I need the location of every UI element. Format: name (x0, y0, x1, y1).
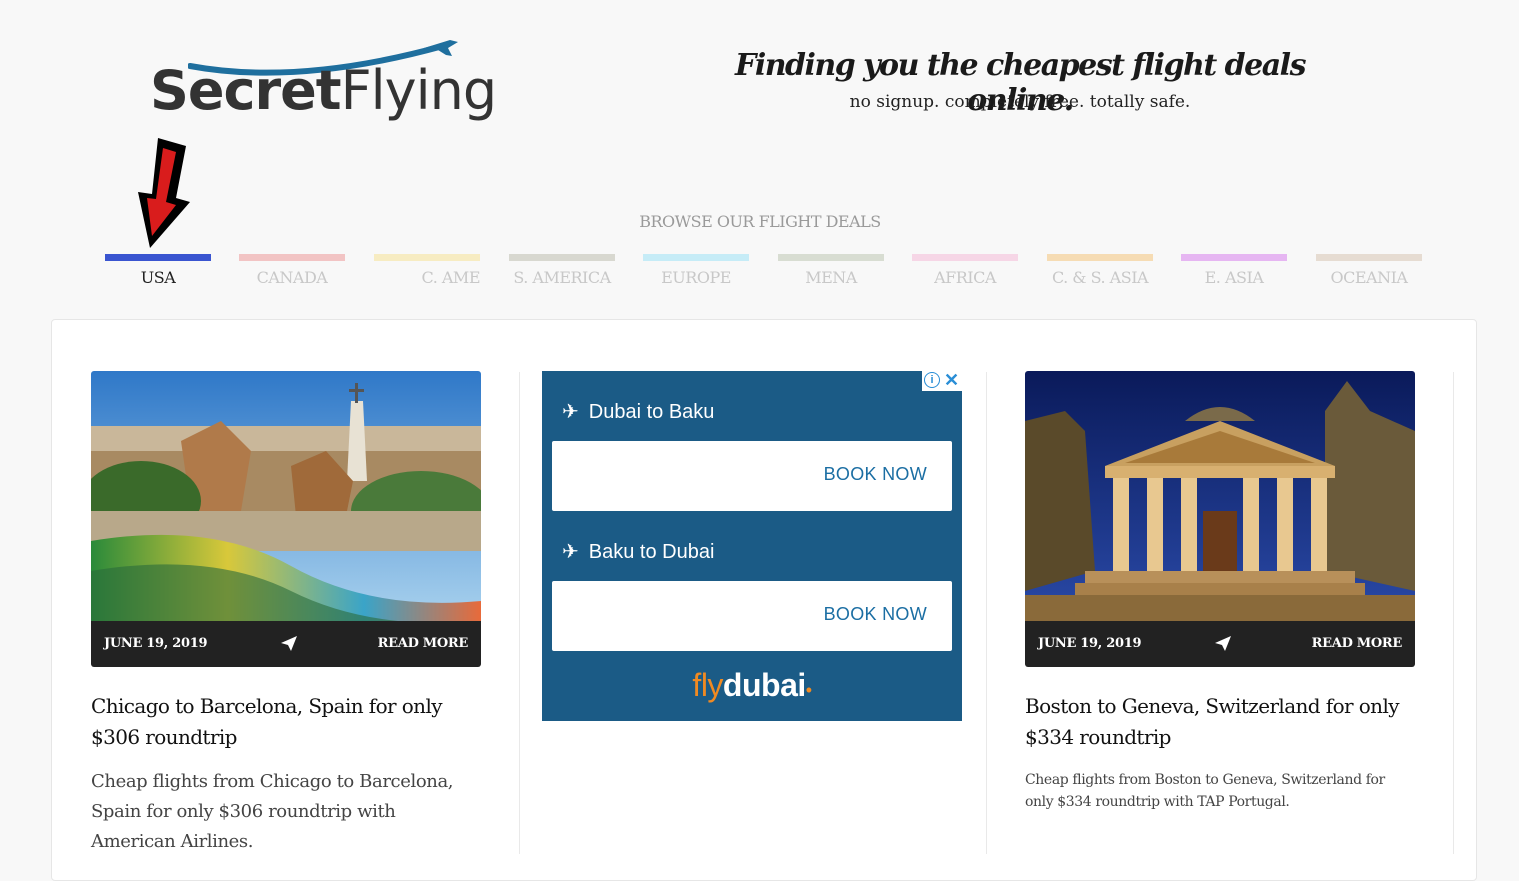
ad-route-row[interactable]: ✈ Dubai to Baku (562, 399, 714, 424)
region-tab-bar (239, 254, 345, 261)
region-tab-bar (778, 254, 884, 261)
column-divider (1453, 372, 1454, 854)
site-subtagline: no signup. completely free. totally safe… (849, 92, 1191, 112)
region-tab-canada[interactable]: CANADA (239, 254, 345, 290)
deal-image-geneva[interactable] (1025, 371, 1415, 621)
region-tab-central-south-asia[interactable]: C. & S. ASIA (1047, 254, 1153, 290)
region-tab-bar (105, 254, 211, 261)
park-guell-illustration (91, 371, 481, 621)
deal-date: JUNE 19, 2019 (104, 636, 208, 651)
region-tab-bar (1181, 254, 1287, 261)
region-tab-bar (374, 254, 480, 261)
deal-title[interactable]: Boston to Geneva, Switzerland for only $… (1025, 691, 1415, 753)
region-tab-label: AFRICA (934, 268, 996, 287)
share-icon[interactable] (279, 633, 299, 653)
region-tab-bar (912, 254, 1018, 261)
deal-meta-bar: JUNE 19, 2019 READ MORE (91, 621, 481, 667)
region-tab-label: MENA (805, 268, 857, 287)
deal-card: JUNE 19, 2019 READ MORE Chicago to Barce… (91, 371, 481, 857)
region-tab-bar (1316, 254, 1422, 261)
ad-close-icon[interactable]: ✕ (944, 371, 959, 389)
read-more-link[interactable]: READ MORE (378, 636, 469, 651)
deal-date: JUNE 19, 2019 (1038, 636, 1142, 651)
deal-title[interactable]: Chicago to Barcelona, Spain for only $30… (91, 691, 481, 753)
region-tab-label: S. AMERICA (513, 268, 611, 287)
book-now-button[interactable]: BOOK NOW (824, 604, 927, 625)
column-divider (519, 372, 520, 854)
logo-text-secret: Secret (150, 59, 342, 122)
share-icon[interactable] (1213, 633, 1233, 653)
region-tab-mena[interactable]: MENA (778, 254, 884, 290)
region-tab-south-america[interactable]: S. AMERICA (509, 254, 615, 290)
ad-info-icon[interactable]: i (924, 372, 940, 388)
deal-meta-bar: JUNE 19, 2019 READ MORE (1025, 621, 1415, 667)
site-logo[interactable]: SecretFlying (150, 38, 540, 138)
region-tab-africa[interactable]: AFRICA (912, 254, 1018, 290)
geneva-cathedral-illustration (1025, 371, 1415, 621)
region-tab-label: E. ASIA (1204, 268, 1264, 287)
ad-choices-badge[interactable]: i ✕ (922, 371, 962, 391)
ad-route-row[interactable]: ✈ Baku to Dubai (562, 539, 714, 564)
region-tab-label: CANADA (256, 268, 328, 287)
ad-offer-box[interactable]: BOOK NOW (552, 581, 952, 651)
region-tab-central-america[interactable]: C. AME (374, 254, 480, 290)
flydubai-logo[interactable]: flydubai• (542, 667, 962, 704)
column-divider (986, 372, 987, 854)
region-tab-label: USA (140, 268, 176, 287)
brand-dot-icon: • (805, 680, 812, 700)
region-tab-east-asia[interactable]: E. ASIA (1181, 254, 1287, 290)
deal-image-barcelona[interactable] (91, 371, 481, 621)
book-now-button[interactable]: BOOK NOW (824, 464, 927, 485)
region-tab-bar (643, 254, 749, 261)
brand-dubai: dubai (722, 667, 806, 703)
deal-description: Cheap flights from Boston to Geneva, Swi… (1025, 772, 1385, 810)
airplane-icon: ✈ (562, 401, 579, 423)
region-tab-label: EUROPE (661, 268, 731, 287)
deal-card: JUNE 19, 2019 READ MORE Boston to Geneva… (1025, 371, 1415, 813)
region-tab-oceania[interactable]: OCEANIA (1316, 254, 1422, 290)
region-tab-europe[interactable]: EUROPE (643, 254, 749, 290)
deal-description: Cheap flights from Chicago to Barcelona,… (91, 771, 454, 852)
flydubai-ad[interactable]: i ✕ ✈ Dubai to Baku BOOK NOW ✈ Baku to Dub… (542, 371, 962, 721)
region-tab-label: OCEANIA (1330, 268, 1408, 287)
region-tab-label: C. AME (421, 268, 480, 287)
brand-fly: fly (692, 667, 723, 703)
region-tab-label: C. & S. ASIA (1051, 268, 1149, 287)
logo-wordmark: SecretFlying (150, 64, 497, 118)
logo-text-flying: Flying (340, 59, 498, 122)
region-nav: USA CANADA C. AME S. AMERICA EUROPE MENA… (105, 254, 1425, 294)
ad-route-label: Dubai to Baku (588, 401, 715, 423)
read-more-link[interactable]: READ MORE (1312, 636, 1403, 651)
region-tab-usa[interactable]: USA (105, 254, 211, 290)
ad-offer-box[interactable]: BOOK NOW (552, 441, 952, 511)
ad-route-label: Baku to Dubai (588, 541, 715, 563)
annotation-arrow-icon (138, 138, 190, 248)
region-tab-bar (509, 254, 615, 261)
region-tab-bar (1047, 254, 1153, 261)
airplane-icon: ✈ (562, 541, 579, 563)
browse-deals-heading: BROWSE OUR FLIGHT DEALS (639, 212, 881, 231)
